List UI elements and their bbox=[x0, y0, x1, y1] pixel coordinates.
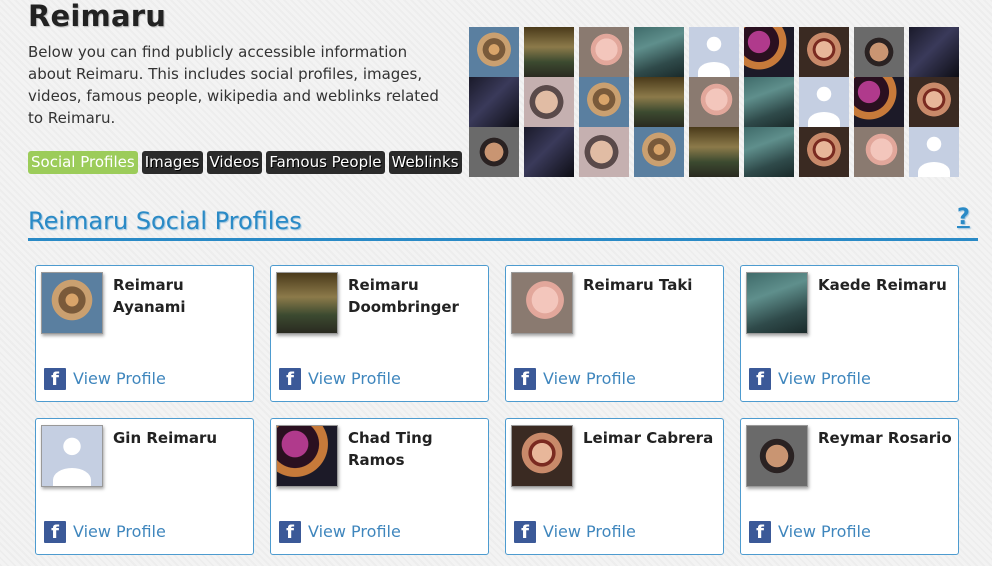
profile-name[interactable]: Reimaru Taki bbox=[583, 274, 719, 296]
profile-card: Reimaru Doombringer f View Profile bbox=[270, 265, 489, 402]
facebook-icon: f bbox=[44, 368, 66, 390]
mosaic-image[interactable] bbox=[524, 77, 574, 127]
mosaic-image[interactable] bbox=[799, 77, 849, 127]
section-divider bbox=[28, 238, 978, 241]
profile-card: Chad Ting Ramos f View Profile bbox=[270, 418, 489, 555]
profile-card: Leimar Cabrera f View Profile bbox=[505, 418, 724, 555]
intro-text: Below you can find publicly accessible i… bbox=[28, 43, 439, 127]
mosaic-image[interactable] bbox=[689, 27, 739, 77]
mosaic-image[interactable] bbox=[854, 127, 904, 177]
mosaic-image[interactable] bbox=[524, 27, 574, 77]
help-icon[interactable]: ? bbox=[957, 205, 970, 230]
tab-images[interactable]: Images bbox=[141, 151, 203, 174]
mosaic-image[interactable] bbox=[689, 127, 739, 177]
facebook-icon: f bbox=[44, 521, 66, 543]
avatar[interactable] bbox=[276, 272, 338, 334]
avatar[interactable] bbox=[746, 425, 808, 487]
mosaic-image[interactable] bbox=[909, 77, 959, 127]
section-title: Reimaru Social Profiles bbox=[28, 207, 302, 235]
tab-videos[interactable]: Videos bbox=[206, 151, 263, 174]
avatar[interactable] bbox=[276, 425, 338, 487]
profile-name[interactable]: Leimar Cabrera bbox=[583, 427, 719, 449]
mosaic-image[interactable] bbox=[689, 77, 739, 127]
mosaic-image[interactable] bbox=[579, 77, 629, 127]
view-profile-link[interactable]: View Profile bbox=[543, 522, 636, 541]
profile-card: Gin Reimaru f View Profile bbox=[35, 418, 254, 555]
mosaic-image[interactable] bbox=[579, 127, 629, 177]
mosaic-image[interactable] bbox=[469, 127, 519, 177]
mosaic-image[interactable] bbox=[854, 27, 904, 77]
mosaic-image[interactable] bbox=[744, 77, 794, 127]
mosaic-image[interactable] bbox=[744, 127, 794, 177]
mosaic-image[interactable] bbox=[579, 27, 629, 77]
profile-card: Reimaru Ayanami f View Profile bbox=[35, 265, 254, 402]
mosaic-image[interactable] bbox=[799, 127, 849, 177]
mosaic-image[interactable] bbox=[469, 77, 519, 127]
mosaic-image[interactable] bbox=[744, 27, 794, 77]
mosaic-image[interactable] bbox=[524, 127, 574, 177]
facebook-icon: f bbox=[279, 368, 301, 390]
page-title: Reimaru bbox=[28, 0, 167, 33]
mosaic-image[interactable] bbox=[634, 77, 684, 127]
view-profile-link[interactable]: View Profile bbox=[543, 369, 636, 388]
mosaic-image[interactable] bbox=[469, 27, 519, 77]
avatar[interactable] bbox=[511, 425, 573, 487]
profile-name[interactable]: Reymar Rosario bbox=[818, 427, 954, 449]
view-profile-link[interactable]: View Profile bbox=[73, 369, 166, 388]
view-profile-link[interactable]: View Profile bbox=[308, 369, 401, 388]
profile-card: Kaede Reimaru f View Profile bbox=[740, 265, 959, 402]
view-profile-link[interactable]: View Profile bbox=[778, 522, 871, 541]
mosaic-image[interactable] bbox=[854, 77, 904, 127]
profile-card: Reimaru Taki f View Profile bbox=[505, 265, 724, 402]
view-profile-link[interactable]: View Profile bbox=[778, 369, 871, 388]
facebook-icon: f bbox=[514, 368, 536, 390]
avatar[interactable] bbox=[41, 425, 103, 487]
avatar[interactable] bbox=[511, 272, 573, 334]
avatar[interactable] bbox=[746, 272, 808, 334]
profile-name[interactable]: Reimaru Ayanami bbox=[113, 274, 249, 318]
mosaic-image[interactable] bbox=[634, 127, 684, 177]
tab-famous-people[interactable]: Famous People bbox=[266, 151, 385, 174]
mosaic-image[interactable] bbox=[634, 27, 684, 77]
avatar[interactable] bbox=[41, 272, 103, 334]
facebook-icon: f bbox=[279, 521, 301, 543]
view-profile-link[interactable]: View Profile bbox=[73, 522, 166, 541]
mosaic-image[interactable] bbox=[909, 27, 959, 77]
image-mosaic bbox=[469, 27, 961, 177]
profile-name[interactable]: Kaede Reimaru bbox=[818, 274, 954, 296]
view-profile-link[interactable]: View Profile bbox=[308, 522, 401, 541]
section-tabs: Social Profiles Images Videos Famous Peo… bbox=[28, 151, 462, 174]
mosaic-image[interactable] bbox=[909, 127, 959, 177]
profile-name[interactable]: Reimaru Doombringer bbox=[348, 274, 484, 318]
mosaic-image[interactable] bbox=[799, 27, 849, 77]
facebook-icon: f bbox=[514, 521, 536, 543]
profile-name[interactable]: Chad Ting Ramos bbox=[348, 427, 484, 471]
facebook-icon: f bbox=[749, 368, 771, 390]
profile-card: Reymar Rosario f View Profile bbox=[740, 418, 959, 555]
tab-social-profiles[interactable]: Social Profiles bbox=[28, 151, 138, 174]
facebook-icon: f bbox=[749, 521, 771, 543]
tab-weblinks[interactable]: Weblinks bbox=[388, 151, 462, 174]
profile-name[interactable]: Gin Reimaru bbox=[113, 427, 249, 449]
